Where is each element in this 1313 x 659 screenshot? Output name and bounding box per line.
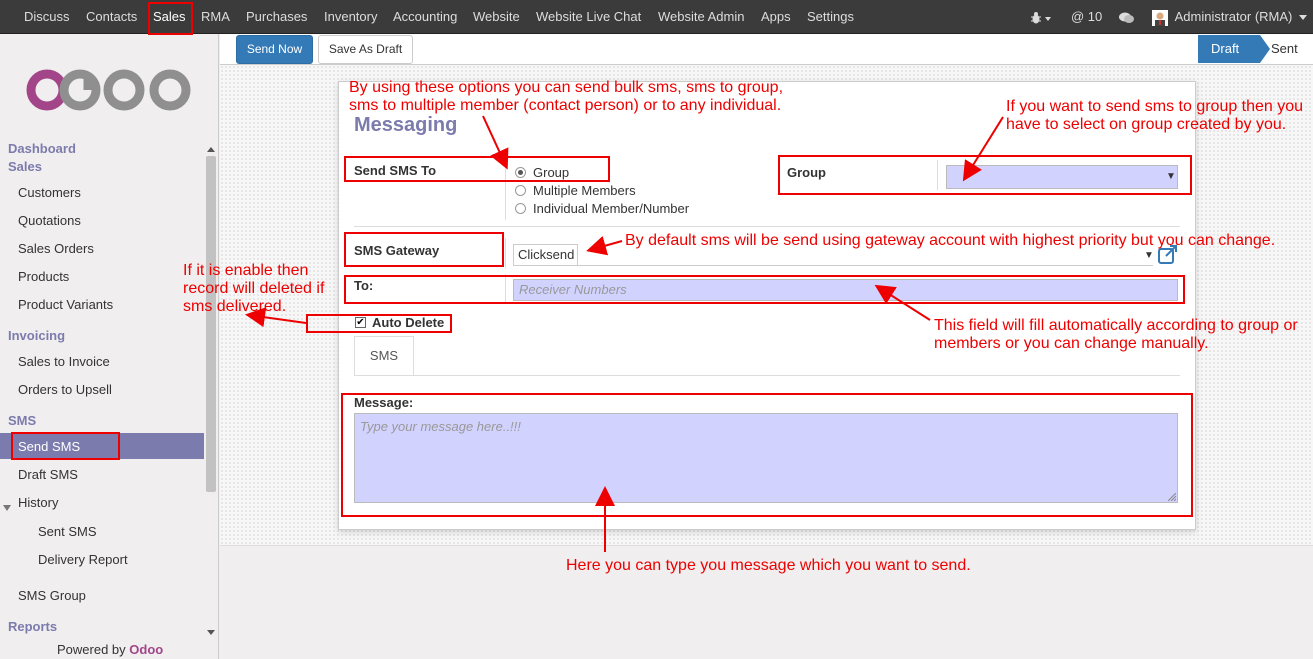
powered-by: Powered by Odoo — [57, 642, 163, 657]
chat-icon[interactable] — [1118, 0, 1136, 34]
scroll-up-icon[interactable] — [206, 146, 216, 152]
sidebar-item-sms-group[interactable]: SMS Group — [18, 588, 86, 603]
status-arrow-icon — [1260, 35, 1270, 63]
powered-by-label: Powered by — [57, 642, 126, 657]
sidebar-item-product-variants[interactable]: Product Variants — [18, 297, 113, 312]
menu-contacts[interactable]: Contacts — [86, 0, 137, 34]
note-auto-delete-line1: If it is enable then — [183, 262, 309, 279]
form-title: Messaging — [354, 114, 458, 136]
row-separator — [354, 226, 1180, 227]
note-group-line2: have to select on group created by you. — [1006, 116, 1287, 133]
caret-down-icon[interactable] — [3, 499, 11, 514]
menu-discuss[interactable]: Discuss — [24, 0, 70, 34]
sidebar-scroll-thumb[interactable] — [206, 156, 216, 492]
sidebar-item-customers[interactable]: Customers — [18, 185, 81, 200]
status-draft[interactable]: Draft — [1198, 35, 1260, 63]
sidebar-reports-header: Reports — [8, 619, 58, 634]
note-gateway: By default sms will be send using gatewa… — [625, 232, 1276, 249]
annotation-box-sales — [148, 2, 193, 35]
gateway-caret-icon[interactable]: ▼ — [1144, 250, 1154, 261]
sidebar-item-sales-orders[interactable]: Sales Orders — [18, 241, 94, 256]
note-options: By using these options you can send bulk… — [349, 79, 783, 115]
menu-accounting[interactable]: Accounting — [393, 0, 457, 34]
note-auto-delete-line3: sms delivered. — [183, 298, 287, 315]
annotation-box-message — [341, 393, 1193, 517]
sidebar-item-quotations[interactable]: Quotations — [18, 213, 81, 228]
odoo-logo[interactable] — [26, 68, 194, 115]
menu-inventory[interactable]: Inventory — [324, 0, 377, 34]
sidebar-item-delivery-report[interactable]: Delivery Report — [38, 552, 128, 567]
radio-multiple-members[interactable] — [515, 185, 526, 196]
menu-settings[interactable]: Settings — [807, 0, 854, 34]
bug-icon[interactable] — [1030, 0, 1052, 34]
radio-multiple-members-label[interactable]: Multiple Members — [533, 183, 636, 198]
annotation-box-to — [344, 275, 1185, 304]
sidebar-item-draft-sms[interactable]: Draft SMS — [18, 467, 78, 482]
note-options-line2: sms to multiple member (contact person) … — [349, 97, 782, 114]
mentions-counter[interactable]: @ 10 — [1071, 0, 1102, 34]
menu-purchases[interactable]: Purchases — [246, 0, 307, 34]
annotation-box-send-sms — [11, 432, 120, 460]
sidebar-item-orders-to-upsell[interactable]: Orders to Upsell — [18, 382, 112, 397]
annotation-box-auto-delete — [306, 314, 452, 333]
note-to-line2: members or you can change manually. — [934, 335, 1209, 352]
field-divider — [505, 238, 506, 268]
tab-underline — [354, 375, 1180, 376]
note-auto-delete-line2: record will deleted if — [183, 280, 325, 297]
tab-sms[interactable]: SMS — [354, 336, 414, 376]
sidebar-sms-header: SMS — [8, 413, 37, 428]
sidebar-dashboard[interactable]: Dashboard — [8, 141, 76, 156]
menu-apps[interactable]: Apps — [761, 0, 791, 34]
note-options-line1: By using these options you can send bulk… — [349, 79, 784, 96]
sidebar-item-sales-to-invoice[interactable]: Sales to Invoice — [18, 354, 110, 369]
send-now-button[interactable]: Send Now — [236, 35, 313, 64]
annotation-box-send-sms-to — [344, 156, 610, 182]
sms-gateway-select[interactable]: Clicksend — [513, 244, 578, 266]
user-name: Administrator (RMA) — [1174, 9, 1293, 24]
menu-website[interactable]: Website — [473, 0, 520, 34]
note-to-line1: This field will fill automatically accor… — [934, 317, 1298, 334]
menu-website-live-chat[interactable]: Website Live Chat — [536, 0, 641, 34]
note-to: This field will fill automatically accor… — [934, 317, 1298, 353]
note-group-line1: If you want to send sms to group then yo… — [1006, 98, 1304, 115]
top-navbar: Discuss Contacts Sales RMA Purchases Inv… — [0, 0, 1313, 34]
note-group: If you want to send sms to group then yo… — [1006, 98, 1303, 134]
radio-individual-label[interactable]: Individual Member/Number — [533, 201, 689, 216]
sidebar-sales-header: Sales — [8, 159, 42, 174]
note-message: Here you can type you message which you … — [566, 557, 971, 574]
scroll-down-icon[interactable] — [206, 630, 216, 636]
avatar — [1152, 9, 1168, 26]
sidebar-invoicing-header: Invoicing — [8, 328, 66, 343]
radio-individual[interactable] — [515, 203, 526, 214]
save-draft-button[interactable]: Save As Draft — [318, 35, 413, 64]
sidebar-scrollbar[interactable] — [206, 147, 216, 642]
gateway-underline — [513, 265, 1153, 266]
sidebar-item-history[interactable]: History — [18, 495, 58, 510]
note-auto-delete: If it is enable then record will deleted… — [183, 262, 324, 316]
annotation-box-group — [778, 155, 1192, 195]
sidebar-item-sent-sms[interactable]: Sent SMS — [38, 524, 97, 539]
powered-by-brand[interactable]: Odoo — [129, 642, 163, 657]
sidebar-item-products[interactable]: Products — [18, 269, 69, 284]
annotation-box-gateway — [344, 232, 504, 267]
caret-down-icon — [1299, 15, 1307, 21]
menu-website-admin[interactable]: Website Admin — [658, 0, 744, 34]
menu-rma[interactable]: RMA — [201, 0, 230, 34]
user-menu[interactable]: Administrator (RMA) — [1152, 0, 1307, 34]
status-sent[interactable]: Sent — [1271, 35, 1298, 63]
